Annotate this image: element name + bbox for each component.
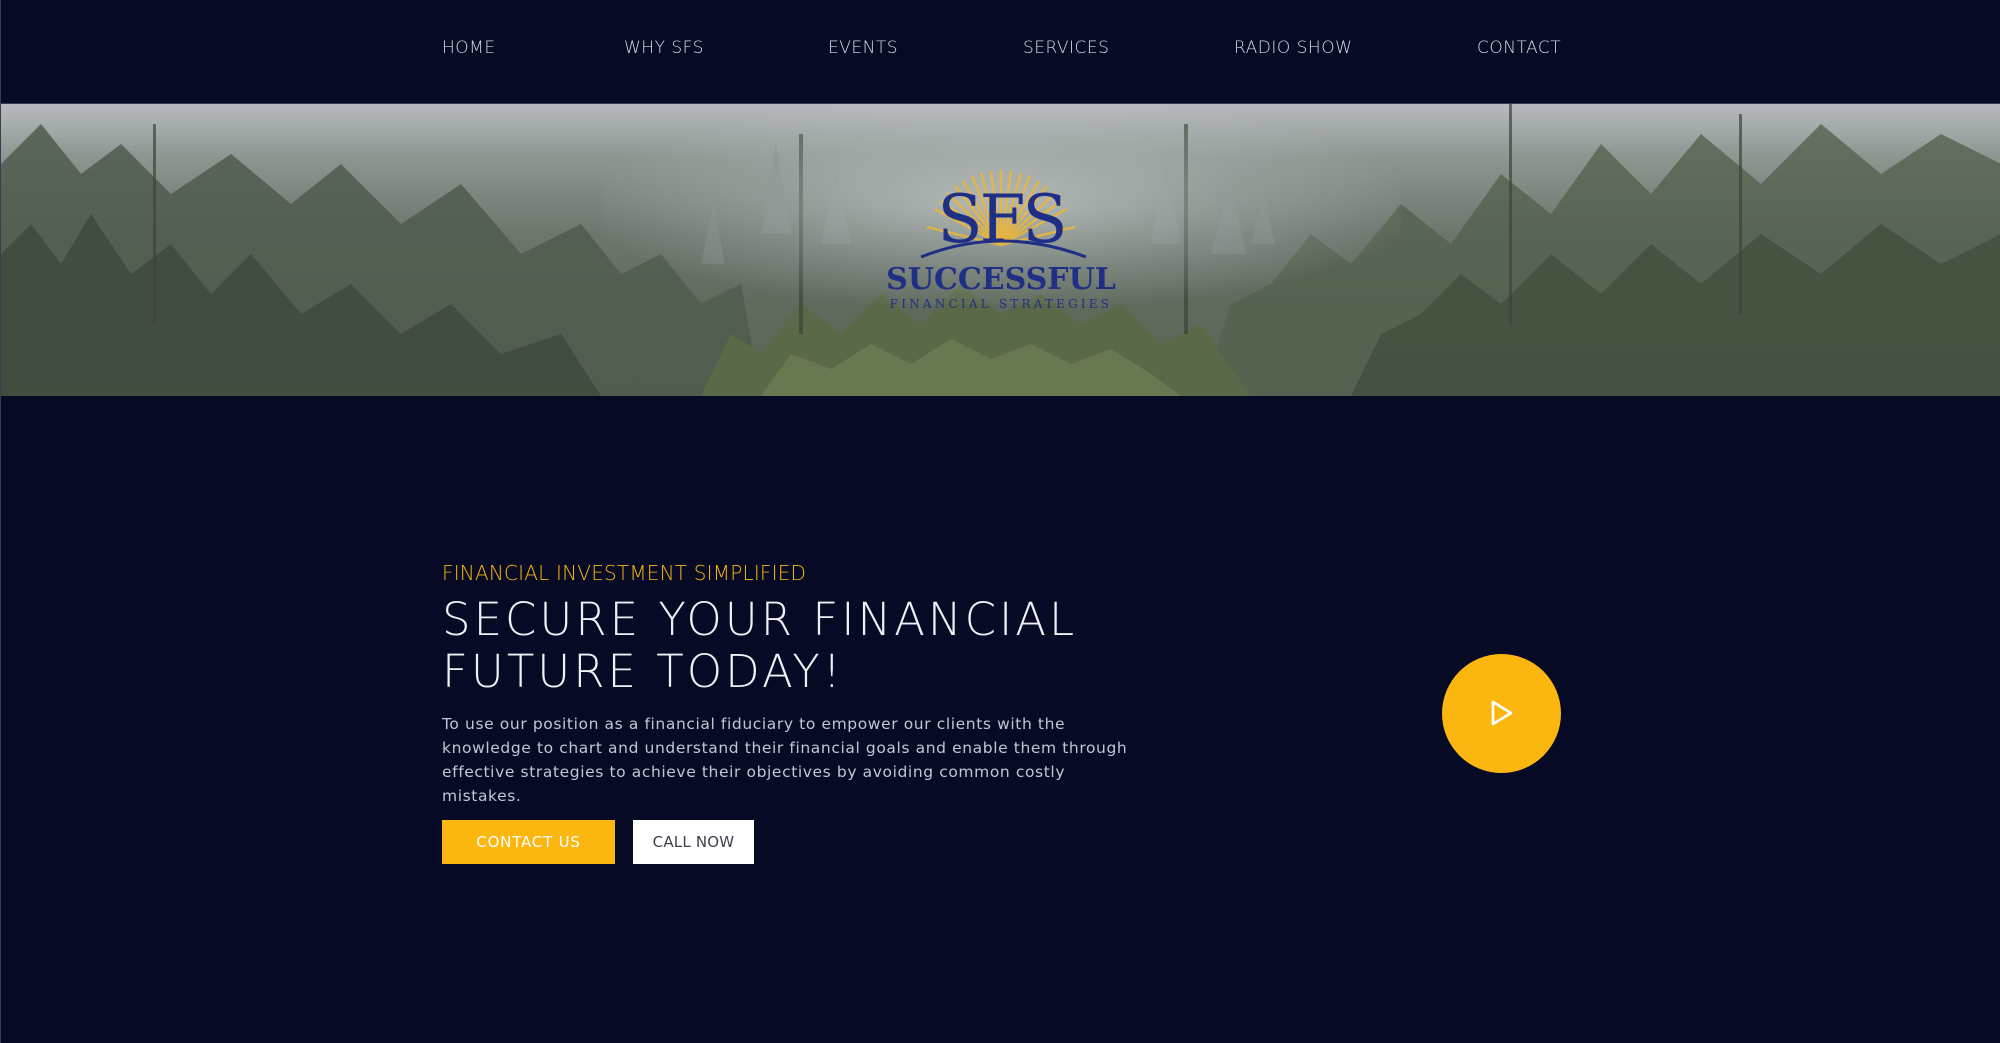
- hero-headline: SECURE YOUR FINANCIAL FUTURE TODAY!: [442, 594, 1142, 698]
- nav-home-link[interactable]: HOME: [442, 38, 496, 58]
- play-icon: [1491, 700, 1513, 726]
- nav-services-link[interactable]: SERVICES: [1023, 38, 1109, 58]
- hero-headline-line-1: SECURE YOUR FINANCIAL: [442, 593, 1078, 646]
- hero-description: To use our position as a financial fiduc…: [442, 715, 1128, 805]
- nav-why-sfs-link[interactable]: WHY SFS: [624, 38, 704, 58]
- nav-radio-show-link[interactable]: RADIO SHOW: [1234, 38, 1352, 58]
- logo-tagline-text: FINANCIAL STRATEGIES: [889, 297, 1113, 311]
- nav-events-link[interactable]: EVENTS: [828, 38, 898, 58]
- hero-headline-line-2: FUTURE TODAY!: [442, 645, 844, 698]
- call-now-button[interactable]: CALL NOW: [633, 820, 754, 864]
- sfs-logo[interactable]: SFS SUCCESSFUL FINANCIAL STRATEGIES: [881, 145, 1121, 325]
- contact-us-button[interactable]: CONTACT US: [442, 820, 615, 864]
- top-navigation: HOME WHY SFS EVENTS SERVICES RADIO SHOW …: [1, 0, 2000, 104]
- logo-name-text: SUCCESSFUL: [886, 262, 1116, 297]
- nav-contact-link[interactable]: CONTACT: [1477, 38, 1561, 58]
- play-video-button[interactable]: [1442, 654, 1561, 773]
- logo-mark-text: SFS: [937, 181, 1067, 258]
- page: HOME WHY SFS EVENTS SERVICES RADIO SHOW …: [0, 0, 2000, 1043]
- hero-eyebrow: FINANCIAL INVESTMENT SIMPLIFIED: [442, 561, 807, 585]
